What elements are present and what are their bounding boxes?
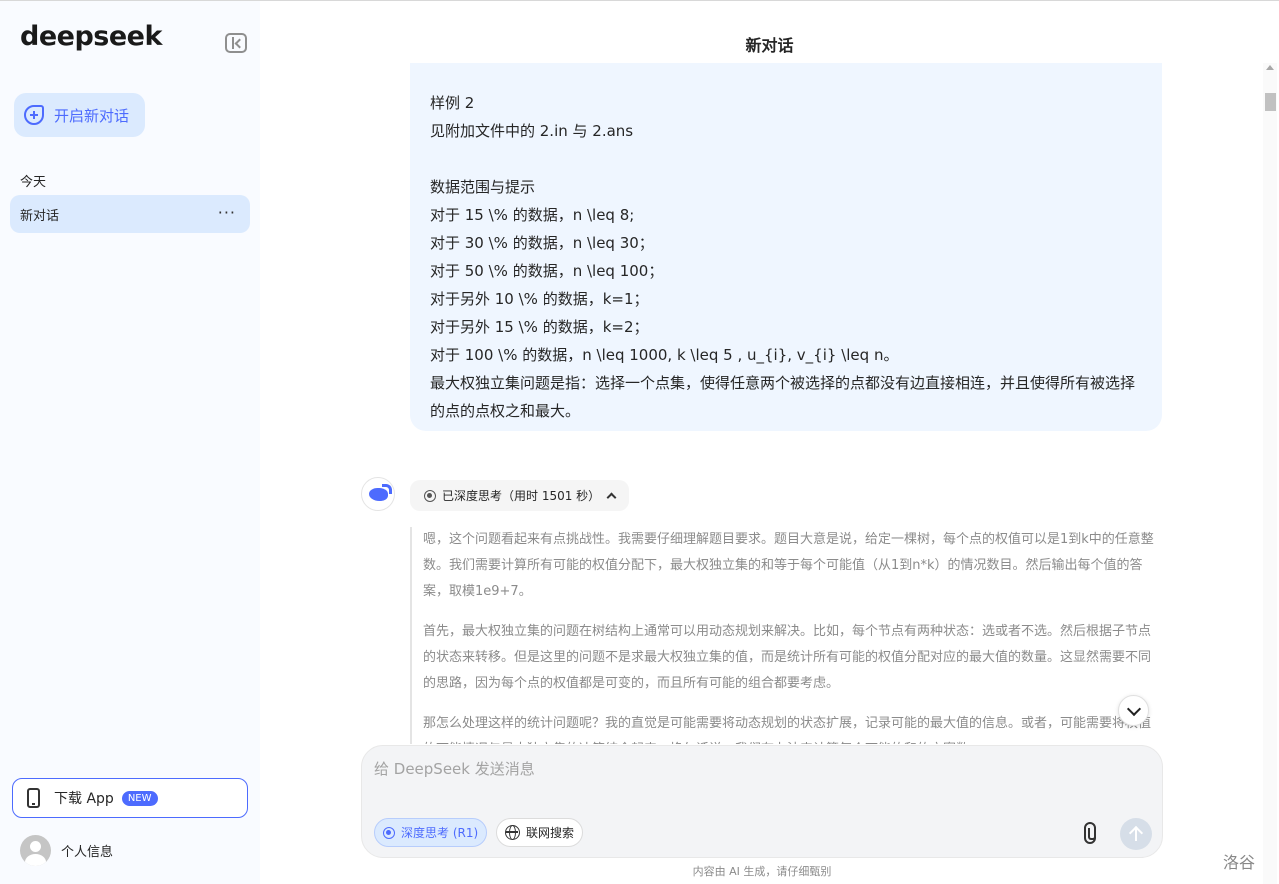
atom-icon bbox=[383, 826, 395, 839]
new-badge: NEW bbox=[121, 790, 158, 806]
scroll-to-bottom-button[interactable] bbox=[1118, 695, 1149, 726]
message-composer: 深度思考 (R1) 联网搜索 bbox=[361, 745, 1163, 858]
sidebar: deepseek 开启新对话 今天 新对话 ··· 下载 App NEW 个人信… bbox=[0, 1, 260, 884]
phone-icon bbox=[27, 788, 40, 808]
message-line: 对于 15 \% 的数据，n \leq 8; bbox=[430, 206, 635, 224]
profile-button[interactable]: 个人信息 bbox=[20, 835, 113, 866]
history-item[interactable]: 新对话 ··· bbox=[10, 195, 250, 233]
ai-disclaimer: 内容由 AI 生成，请仔细甄别 bbox=[692, 865, 832, 878]
paperclip-icon[interactable] bbox=[1084, 822, 1096, 844]
message-line: 对于 100 \% 的数据，n \leq 1000, k \leq 5 , u_… bbox=[430, 346, 899, 364]
send-button[interactable] bbox=[1120, 818, 1152, 850]
message-input[interactable] bbox=[374, 758, 1134, 798]
new-chat-label: 开启新对话 bbox=[54, 106, 130, 125]
history-item-label: 新对话 bbox=[20, 208, 60, 224]
thinking-paragraph: 嗯，这个问题看起来有点挑战性。我需要仔细理解题目要求。题目大意是说，给定一棵树，… bbox=[423, 532, 1154, 599]
thinking-content: 嗯，这个问题看起来有点挑战性。我需要仔细理解题目要求。题目大意是说，给定一棵树，… bbox=[410, 527, 1155, 744]
thinking-label: 已深度思考（用时 1501 秒） bbox=[442, 489, 601, 503]
message-line: 对于 30 \% 的数据，n \leq 30； bbox=[430, 234, 654, 252]
thinking-paragraph: 首先，最大权独立集的问题在树结构上通常可以用动态规划来解决。比如，每个节点有两种… bbox=[423, 624, 1152, 691]
avatar bbox=[20, 835, 51, 866]
web-search-label: 联网搜索 bbox=[526, 826, 575, 840]
chat-main: 新对话 样例 2 见附加文件中的 2.in 与 2.ans 数据范围与提示 对于… bbox=[260, 1, 1279, 884]
deepseek-avatar bbox=[361, 477, 395, 511]
history-section-today: 今天 bbox=[20, 175, 47, 190]
page-title: 新对话 bbox=[745, 36, 794, 55]
atom-icon bbox=[424, 489, 436, 502]
web-search-button[interactable]: 联网搜索 bbox=[496, 818, 584, 847]
deep-think-toggle[interactable]: 已深度思考（用时 1501 秒） bbox=[410, 480, 630, 511]
profile-label: 个人信息 bbox=[61, 845, 114, 860]
watermark: 洛谷 bbox=[1223, 853, 1256, 872]
scrollbar[interactable] bbox=[1263, 63, 1277, 884]
scroll-thumb[interactable] bbox=[1265, 93, 1276, 111]
deepseek-logo[interactable]: deepseek bbox=[20, 21, 162, 52]
message-line: 见附加文件中的 2.in 与 2.ans bbox=[430, 122, 634, 140]
thinking-paragraph: 那怎么处理这样的统计问题呢？我的直觉是可能需要将动态规划的状态扩展，记录可能的最… bbox=[423, 716, 1152, 744]
message-line: 数据范围与提示 bbox=[430, 178, 536, 196]
collapse-sidebar-icon[interactable] bbox=[225, 33, 247, 53]
download-app-label: 下载 App bbox=[54, 791, 114, 807]
globe-icon bbox=[505, 825, 520, 840]
deep-think-label: 深度思考 (R1) bbox=[401, 826, 479, 840]
message-line bbox=[430, 145, 1142, 173]
message-line: 对于另外 15 \% 的数据，k=2； bbox=[430, 318, 649, 336]
message-line: 最大权独立集问题是指：选择一个点集，使得任意两个被选择的点都没有边直接相连，并且… bbox=[430, 374, 1136, 420]
whale-icon bbox=[369, 484, 392, 501]
chevron-up-icon bbox=[606, 492, 617, 503]
new-chat-icon bbox=[24, 105, 44, 125]
scroll-up-icon[interactable] bbox=[1266, 65, 1274, 70]
new-chat-button[interactable]: 开启新对话 bbox=[14, 93, 145, 137]
app-window: deepseek 开启新对话 今天 新对话 ··· 下载 App NEW 个人信… bbox=[0, 0, 1279, 884]
more-options-icon[interactable]: ··· bbox=[218, 203, 236, 222]
message-line: 样例 2 bbox=[430, 94, 475, 112]
message-line: 对于另外 10 \% 的数据，k=1； bbox=[430, 290, 649, 308]
download-app-button[interactable]: 下载 App NEW bbox=[12, 778, 248, 818]
user-message: 样例 2 见附加文件中的 2.in 与 2.ans 数据范围与提示 对于 15 … bbox=[410, 63, 1162, 431]
deep-think-button[interactable]: 深度思考 (R1) bbox=[374, 818, 488, 847]
message-line: 对于 50 \% 的数据，n \leq 100； bbox=[430, 262, 664, 280]
